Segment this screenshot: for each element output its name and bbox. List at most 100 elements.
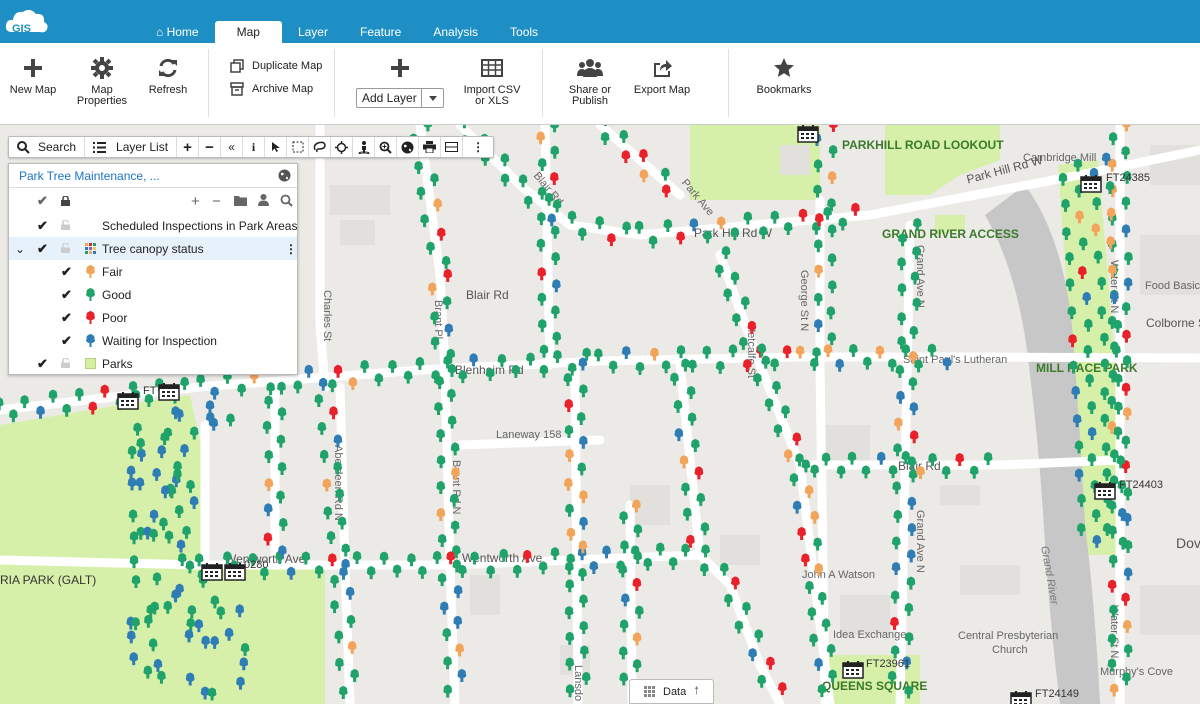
tree-marker[interactable]: [826, 306, 836, 320]
bookmarks-button[interactable]: Bookmarks: [754, 57, 814, 96]
select-pointer-button[interactable]: [265, 137, 288, 157]
tree-marker[interactable]: [163, 600, 173, 614]
tree-marker[interactable]: [127, 445, 137, 459]
checkbox-checked-icon[interactable]: ✔: [61, 264, 72, 280]
checkbox-checked-icon[interactable]: ✔: [37, 218, 48, 234]
tree-marker[interactable]: [437, 573, 447, 587]
tree-marker[interactable]: [523, 195, 533, 209]
tree-marker[interactable]: [910, 271, 920, 285]
tree-marker[interactable]: [552, 331, 562, 345]
tree-marker[interactable]: [240, 642, 250, 656]
tree-marker[interactable]: [537, 157, 547, 171]
tree-marker[interactable]: [699, 562, 709, 576]
calendar-icon[interactable]: [201, 563, 223, 581]
tree-marker[interactable]: [1097, 276, 1107, 290]
tree-marker[interactable]: [566, 527, 576, 541]
tree-marker[interactable]: [595, 216, 605, 230]
tree-marker[interactable]: [457, 668, 467, 682]
chevron-down-icon[interactable]: ⌄: [15, 242, 25, 256]
tree-marker[interactable]: [814, 657, 823, 671]
tree-marker[interactable]: [714, 264, 724, 278]
tree-marker[interactable]: [600, 132, 610, 146]
tree-marker[interactable]: [817, 591, 827, 605]
tree-marker[interactable]: [941, 465, 951, 479]
tree-marker[interactable]: [632, 632, 642, 646]
tree-marker[interactable]: [426, 241, 435, 255]
tree-marker[interactable]: [827, 280, 837, 294]
tree-marker[interactable]: [152, 467, 162, 481]
tree-marker[interactable]: [620, 540, 629, 554]
tree-marker[interactable]: [809, 633, 818, 647]
calendar-icon[interactable]: [1094, 482, 1116, 500]
tree-marker[interactable]: [430, 311, 439, 325]
tree-marker[interactable]: [1107, 633, 1117, 647]
checkbox-checked-icon[interactable]: ✔: [37, 241, 48, 257]
tree-marker[interactable]: [742, 359, 752, 373]
tree-marker[interactable]: [423, 125, 433, 132]
tree-marker[interactable]: [687, 412, 697, 426]
tree-marker[interactable]: [1121, 382, 1131, 396]
tab-feature[interactable]: Feature: [344, 21, 417, 43]
tree-marker[interactable]: [681, 358, 690, 372]
tree-marker[interactable]: [797, 527, 807, 541]
tree-marker[interactable]: [453, 615, 463, 629]
tree-marker[interactable]: [152, 572, 162, 586]
tree-marker[interactable]: [634, 220, 644, 234]
info-button[interactable]: i: [243, 137, 266, 157]
tree-marker[interactable]: [442, 627, 452, 641]
tree-marker[interactable]: [553, 350, 562, 364]
tree-marker[interactable]: [579, 645, 589, 659]
tree-marker[interactable]: [1087, 427, 1097, 441]
tree-marker[interactable]: [682, 507, 692, 521]
tree-marker[interactable]: [1087, 453, 1097, 467]
tree-marker[interactable]: [773, 424, 783, 438]
tree-marker[interactable]: [160, 485, 170, 499]
tree-marker[interactable]: [686, 386, 696, 400]
zoom-out-button[interactable]: −: [199, 137, 222, 157]
tree-marker[interactable]: [235, 604, 245, 618]
tree-marker[interactable]: [346, 614, 356, 628]
tree-marker[interactable]: [500, 153, 510, 167]
tree-marker[interactable]: [701, 544, 710, 558]
tree-marker[interactable]: [74, 387, 84, 401]
tree-marker[interactable]: [565, 503, 574, 517]
tree-marker[interactable]: [457, 564, 467, 578]
tree-marker[interactable]: [293, 380, 303, 394]
tree-marker[interactable]: [728, 344, 738, 358]
tree-marker[interactable]: [526, 352, 535, 366]
tree-marker[interactable]: [730, 227, 740, 241]
tree-marker[interactable]: [619, 511, 629, 525]
tree-marker[interactable]: [635, 361, 645, 375]
measure-button[interactable]: [441, 137, 464, 157]
tree-marker[interactable]: [679, 455, 689, 469]
tree-marker[interactable]: [460, 125, 469, 129]
tree-marker[interactable]: [443, 656, 453, 670]
tree-marker[interactable]: [153, 658, 163, 672]
tree-marker[interactable]: [451, 467, 460, 481]
tree-marker[interactable]: [149, 528, 159, 542]
tree-marker[interactable]: [895, 364, 905, 378]
minus-icon[interactable]: −: [212, 193, 221, 210]
tree-marker[interactable]: [619, 619, 629, 633]
data-table-tab[interactable]: Data 🠕: [629, 679, 714, 704]
tree-marker[interactable]: [633, 551, 643, 565]
tree-marker[interactable]: [88, 401, 98, 415]
tree-marker[interactable]: [436, 481, 446, 495]
tree-marker[interactable]: [338, 685, 348, 699]
tree-marker[interactable]: [443, 684, 453, 698]
tree-marker[interactable]: [608, 360, 618, 374]
tree-marker[interactable]: [327, 379, 337, 393]
tree-marker[interactable]: [593, 348, 603, 362]
tree-marker[interactable]: [827, 224, 837, 238]
tab-tools[interactable]: Tools: [494, 21, 554, 43]
tree-marker[interactable]: [810, 464, 820, 478]
tree-marker[interactable]: [770, 358, 780, 372]
tree-marker[interactable]: [909, 325, 919, 339]
tree-marker[interactable]: [326, 531, 336, 545]
tree-marker[interactable]: [171, 589, 180, 603]
tree-marker[interactable]: [1092, 197, 1102, 211]
tree-marker[interactable]: [1123, 277, 1133, 291]
tree-marker[interactable]: [62, 403, 72, 417]
tree-marker[interactable]: [187, 605, 197, 619]
tree-marker[interactable]: [813, 292, 823, 306]
